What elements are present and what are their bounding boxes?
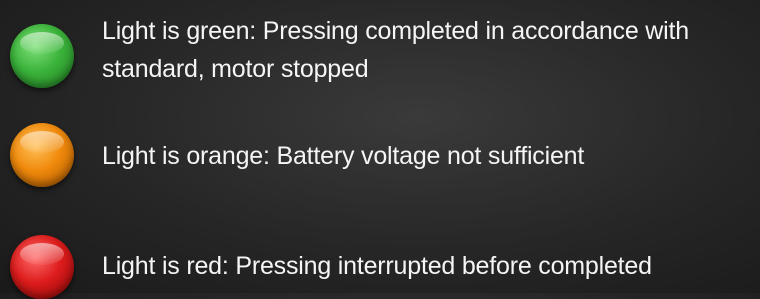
legend-text-orange: Light is orange: Battery voltage not suf… [102, 142, 585, 170]
legend-text-green: Light is green: Pressing completed in ac… [102, 17, 689, 83]
red-light-icon [10, 235, 74, 299]
legend-row-green: Light is green: Pressing completed in ac… [0, 12, 760, 90]
legend-row-red: Light is red: Pressing interrupted befor… [0, 233, 760, 299]
orange-light-icon [10, 123, 74, 187]
legend-row-orange: Light is orange: Battery voltage not suf… [0, 123, 760, 187]
green-light-icon [10, 24, 74, 88]
legend-text-red: Light is red: Pressing interrupted befor… [102, 252, 652, 280]
